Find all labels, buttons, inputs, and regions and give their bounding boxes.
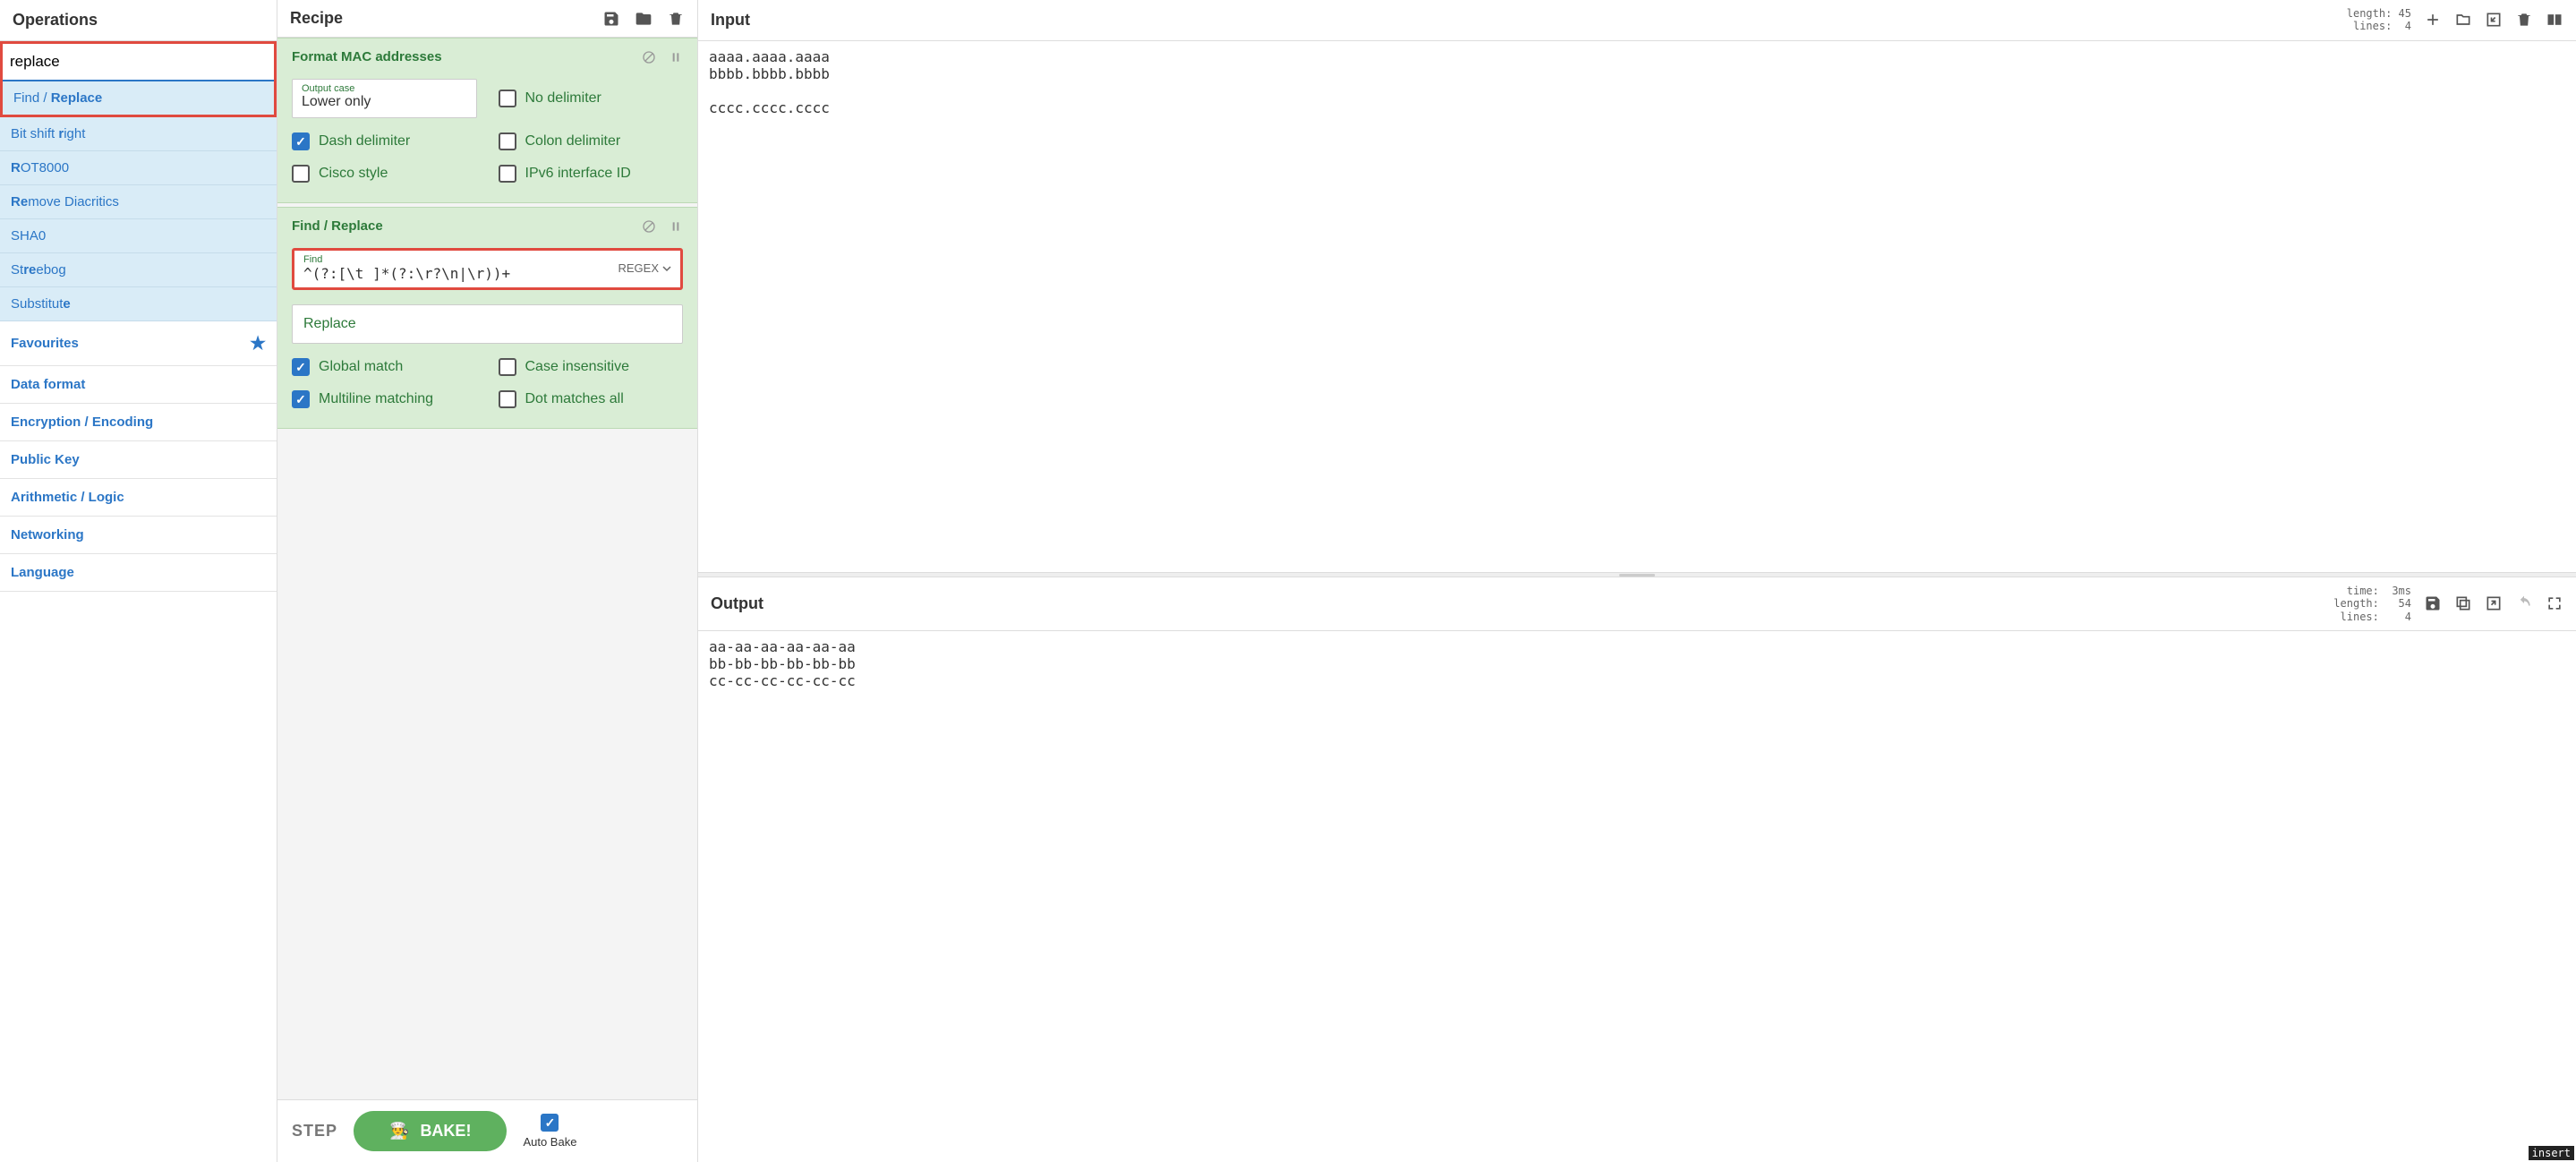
recipe-footer: STEP 👨‍🍳 BAKE! Auto Bake	[277, 1099, 697, 1162]
pause-icon[interactable]	[669, 50, 683, 64]
op-title: Find / Replace	[292, 218, 383, 234]
check-no-delimiter[interactable]: No delimiter	[499, 90, 684, 107]
status-insert-badge: insert	[2529, 1146, 2574, 1160]
result-prefix: Find /	[13, 90, 51, 106]
bake-label: BAKE!	[420, 1122, 471, 1141]
input-meta: length: 45 lines: 4	[2347, 7, 2411, 33]
op-result-substitute[interactable]: Substitute	[0, 287, 277, 321]
check-multiline[interactable]: Multiline matching	[292, 390, 477, 408]
io-panel: Input length: 45 lines: 4 aaaa.aaaa.aaaa…	[698, 0, 2576, 1162]
operations-panel: Operations Find / Replace Bit shift righ…	[0, 0, 277, 1162]
result-bold: Replace	[51, 90, 103, 106]
op-title: Format MAC addresses	[292, 49, 442, 64]
disable-icon[interactable]	[642, 50, 656, 64]
check-dot-matches-all[interactable]: Dot matches all	[499, 390, 684, 408]
op-result-remove-diacritics[interactable]: Remove Diacritics	[0, 185, 277, 219]
recipe-panel: Recipe Format MAC addresses	[277, 0, 698, 1162]
auto-bake-label: Auto Bake	[523, 1135, 576, 1149]
find-field-highlight[interactable]: Find ^(?:[\t ]*(?:\r?\n|\r))+ REGEX	[292, 248, 683, 290]
auto-bake-toggle[interactable]: Auto Bake	[523, 1114, 576, 1149]
input-title: Input	[711, 11, 750, 30]
clear-input-icon[interactable]	[2515, 11, 2533, 29]
check-dash-delimiter[interactable]: Dash delimiter	[292, 132, 477, 150]
checkbox-icon	[499, 132, 516, 150]
folder-icon[interactable]	[635, 10, 653, 28]
output-textarea: aa-aa-aa-aa-aa-aa bb-bb-bb-bb-bb-bb cc-c…	[698, 631, 2576, 1162]
checkbox-icon	[292, 165, 310, 183]
add-tab-icon[interactable]	[2424, 11, 2442, 29]
cat-arithmetic-logic[interactable]: Arithmetic / Logic	[0, 479, 277, 517]
pause-icon[interactable]	[669, 219, 683, 234]
trash-icon[interactable]	[667, 10, 685, 28]
io-splitter[interactable]	[698, 572, 2576, 577]
checkbox-icon	[499, 90, 516, 107]
operations-results: Find / Replace Bit shift right ROT8000 R…	[0, 81, 277, 321]
output-header: Output time: 3ms length: 54 lines: 4	[698, 577, 2576, 631]
checkbox-icon	[499, 358, 516, 376]
find-value: ^(?:[\t ]*(?:\r?\n|\r))+	[303, 265, 610, 282]
undo-icon[interactable]	[2515, 594, 2533, 612]
step-button[interactable]: STEP	[292, 1122, 337, 1141]
operations-title: Operations	[0, 0, 277, 41]
open-folder-icon[interactable]	[2454, 11, 2472, 29]
op-result-bit-shift-right[interactable]: Bit shift right	[0, 117, 277, 151]
cat-networking[interactable]: Networking	[0, 517, 277, 554]
output-title: Output	[711, 594, 763, 613]
checkbox-icon	[292, 390, 310, 408]
check-ipv6-iface[interactable]: IPv6 interface ID	[499, 165, 684, 183]
operations-search-highlight	[0, 41, 277, 81]
operations-search-input[interactable]	[3, 44, 274, 81]
cat-data-format[interactable]: Data format	[0, 366, 277, 404]
cat-encryption-encoding[interactable]: Encryption / Encoding	[0, 404, 277, 441]
bake-button[interactable]: 👨‍🍳 BAKE!	[354, 1111, 507, 1151]
recipe-header: Recipe	[277, 0, 697, 38]
checkbox-icon	[292, 358, 310, 376]
check-colon-delimiter[interactable]: Colon delimiter	[499, 132, 684, 150]
move-to-input-icon[interactable]	[2485, 594, 2503, 612]
recipe-op-find-replace: Find / Replace Find ^(?:[\t ]*(?:\r?\n|\…	[277, 207, 697, 429]
checkbox-icon	[499, 390, 516, 408]
check-case-insensitive[interactable]: Case insensitive	[499, 358, 684, 376]
input-tabs-icon[interactable]	[2546, 11, 2563, 29]
disable-icon[interactable]	[642, 219, 656, 234]
find-type-dropdown[interactable]: REGEX	[618, 261, 671, 275]
replace-field[interactable]: Replace	[292, 304, 683, 344]
recipe-title: Recipe	[290, 9, 343, 28]
check-global-match[interactable]: Global match	[292, 358, 477, 376]
checkbox-icon	[499, 165, 516, 183]
operations-categories: Favourites★ Data format Encryption / Enc…	[0, 321, 277, 592]
op-result-sha0[interactable]: SHA0	[0, 219, 277, 253]
checkbox-icon	[541, 1114, 559, 1132]
star-icon: ★	[250, 332, 266, 355]
recipe-toolbar	[602, 10, 685, 28]
input-textarea[interactable]: aaaa.aaaa.aaaa bbbb.bbbb.bbbb cccc.cccc.…	[698, 41, 2576, 572]
app-root: Operations Find / Replace Bit shift righ…	[0, 0, 2576, 1162]
check-cisco-style[interactable]: Cisco style	[292, 165, 477, 183]
recipe-body: Format MAC addresses Output case Lower o…	[277, 38, 697, 1099]
cat-favourites[interactable]: Favourites★	[0, 321, 277, 366]
op-result-streebog[interactable]: Streebog	[0, 253, 277, 287]
op-result-find-replace[interactable]: Find / Replace	[0, 81, 277, 117]
maximise-output-icon[interactable]	[2546, 594, 2563, 612]
output-meta: time: 3ms length: 54 lines: 4	[2333, 585, 2411, 623]
find-label: Find	[303, 254, 610, 265]
output-case-label: Output case	[302, 83, 467, 94]
checkbox-icon	[292, 132, 310, 150]
chevron-down-icon	[662, 264, 671, 273]
cat-language[interactable]: Language	[0, 554, 277, 592]
save-output-icon[interactable]	[2424, 594, 2442, 612]
open-file-icon[interactable]	[2485, 11, 2503, 29]
op-result-rot8000[interactable]: ROT8000	[0, 151, 277, 185]
chef-icon: 👨‍🍳	[389, 1122, 409, 1141]
input-header: Input length: 45 lines: 4	[698, 0, 2576, 41]
recipe-op-format-mac: Format MAC addresses Output case Lower o…	[277, 38, 697, 203]
cat-public-key[interactable]: Public Key	[0, 441, 277, 479]
save-icon[interactable]	[602, 10, 620, 28]
copy-output-icon[interactable]	[2454, 594, 2472, 612]
output-case-field[interactable]: Output case Lower only	[292, 79, 477, 118]
output-case-value: Lower only	[302, 94, 467, 110]
